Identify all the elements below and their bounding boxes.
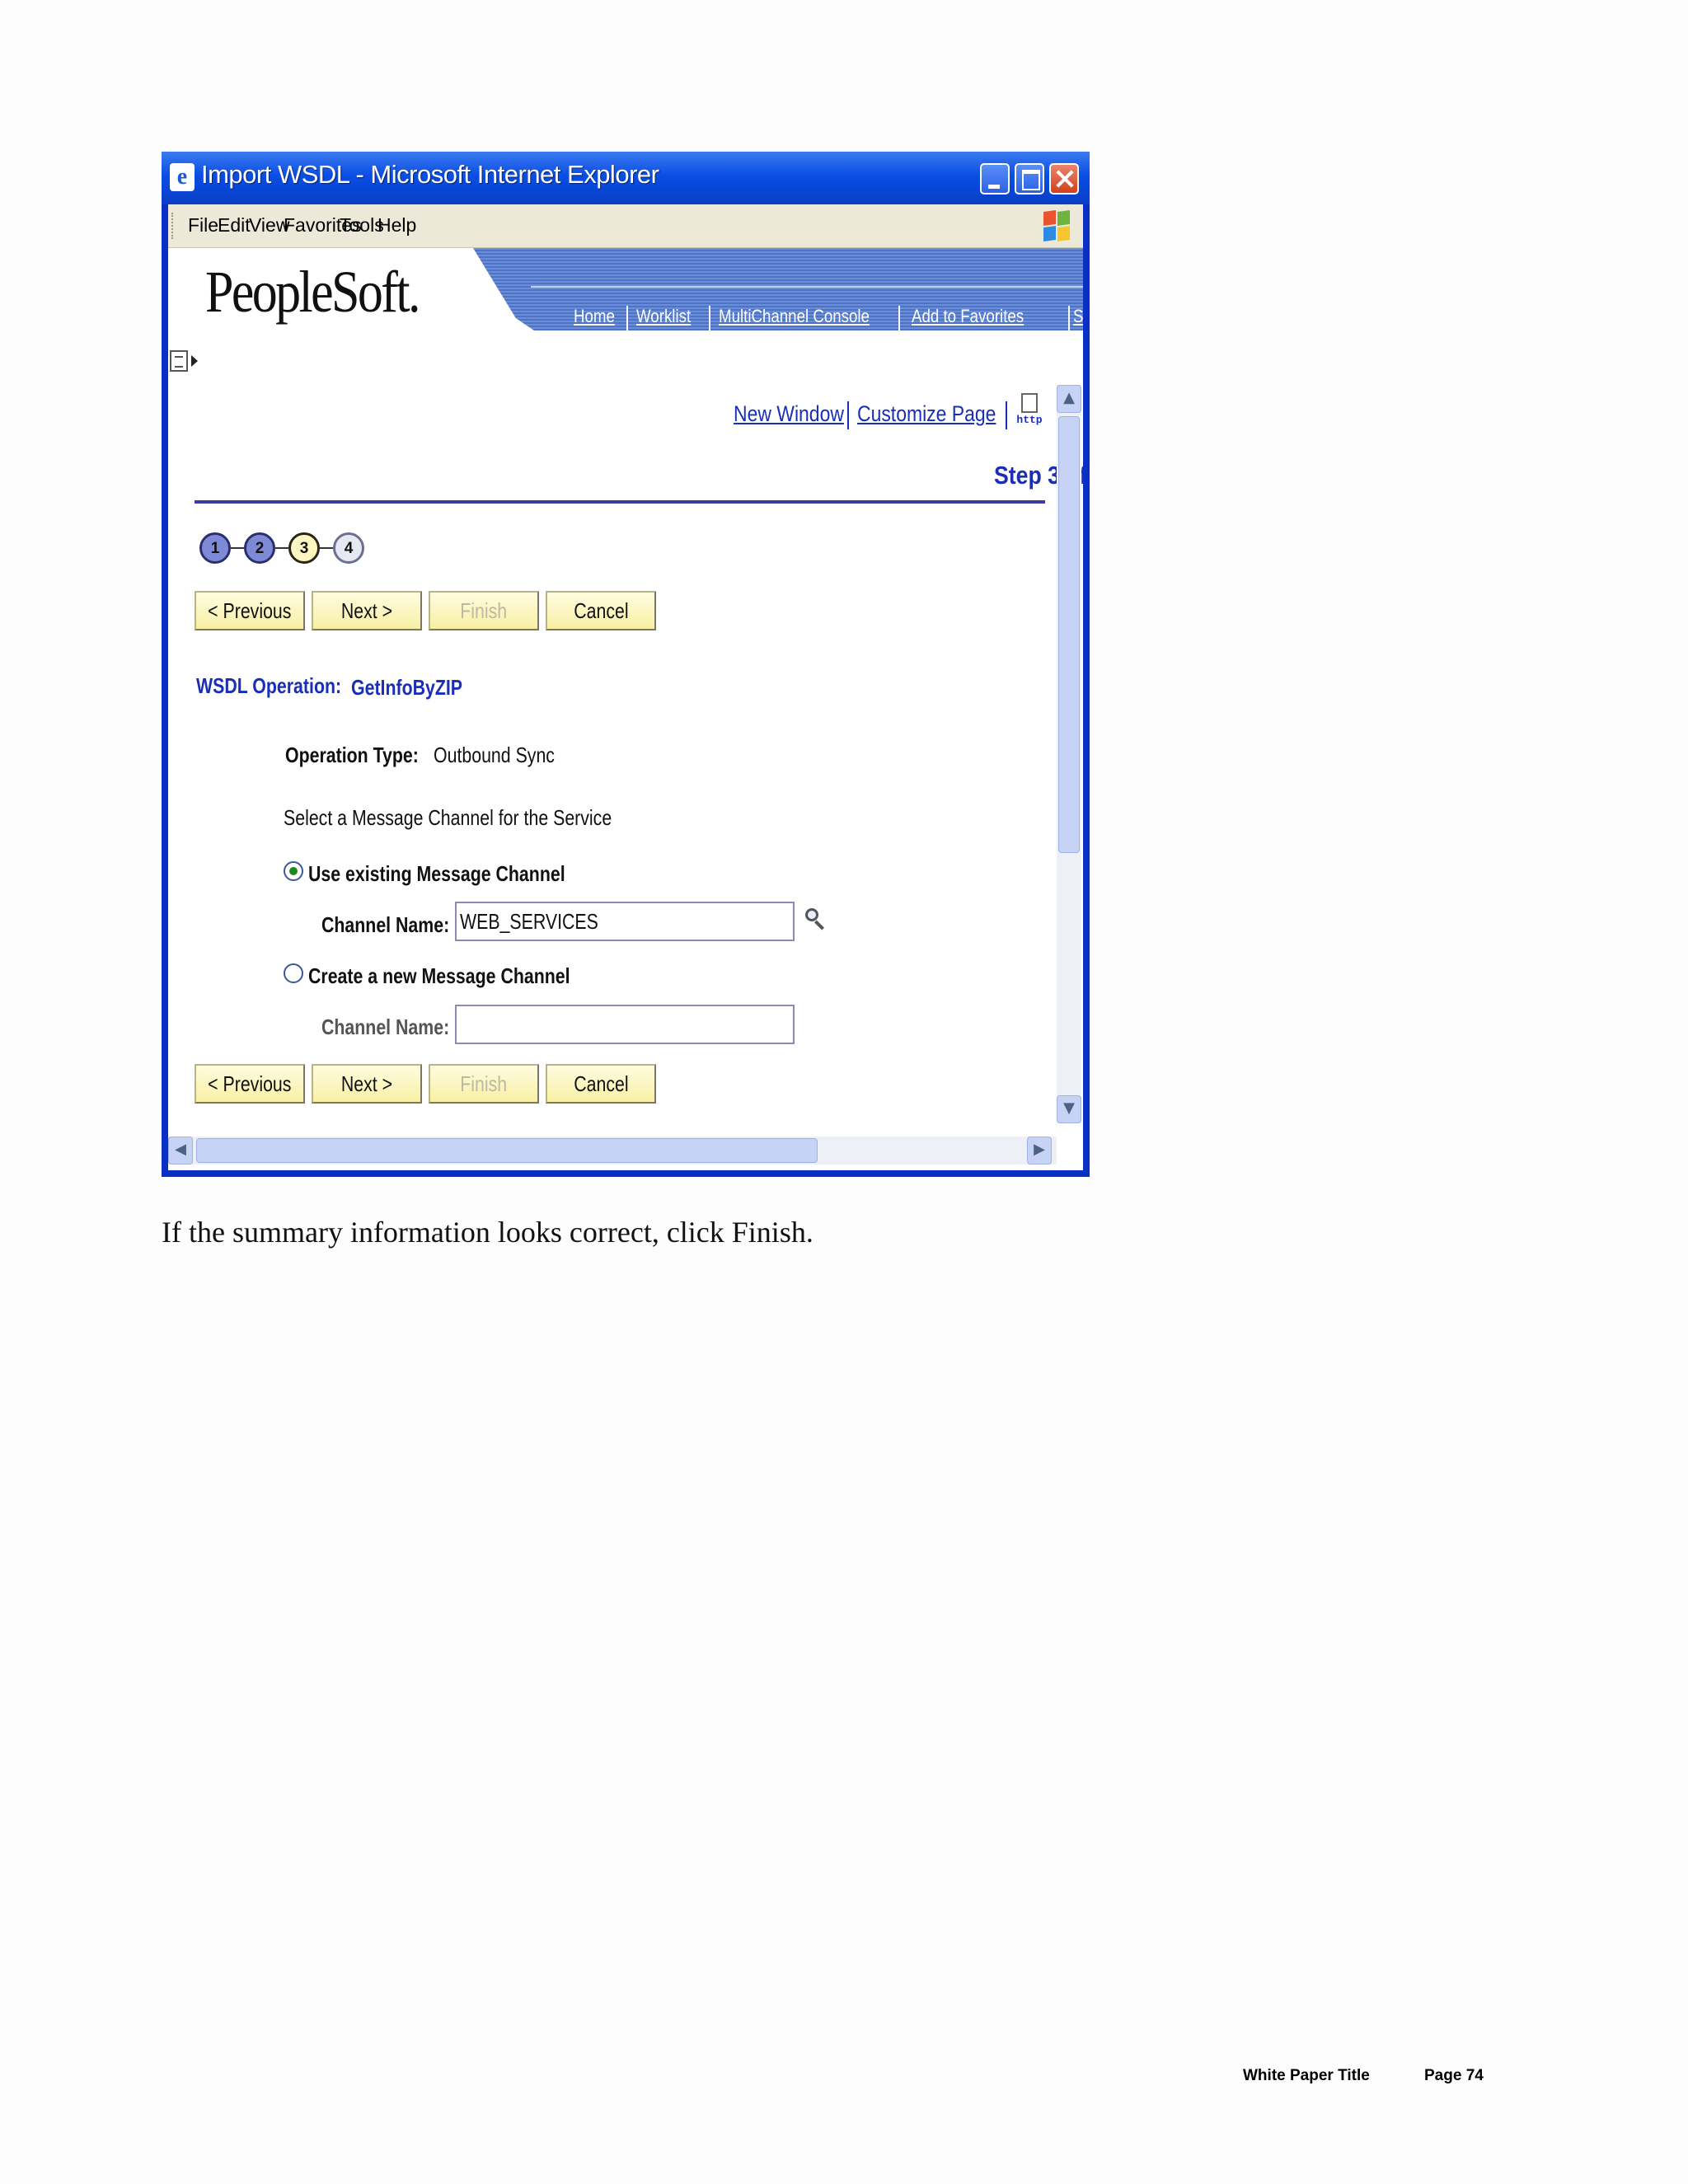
link-separator: [847, 401, 849, 429]
next-button[interactable]: Next >: [312, 591, 422, 630]
step-connector: [275, 547, 288, 549]
close-button[interactable]: [1049, 163, 1079, 194]
http-icon-label: http: [1016, 414, 1043, 426]
cancel-button[interactable]: Cancel: [546, 591, 656, 630]
expand-arrow-icon[interactable]: [191, 355, 198, 367]
menu-edit[interactable]: Edit: [218, 214, 251, 237]
nav-separator: [898, 306, 900, 332]
menu-help[interactable]: Help: [377, 214, 416, 237]
nav-worklist[interactable]: Worklist: [636, 306, 691, 327]
internet-explorer-icon: e: [170, 163, 195, 191]
new-window-link[interactable]: New Window: [734, 401, 844, 427]
cancel-button-label: Cancel: [573, 598, 629, 623]
window-title: Import WSDL - Microsoft Internet Explore…: [201, 160, 659, 189]
wsdl-operation-value: GetInfoByZIP: [351, 675, 463, 700]
finish-button-label: Finish: [460, 598, 508, 623]
instruction-text: Select a Message Channel for the Service: [284, 805, 612, 830]
cancel-button-bottom[interactable]: Cancel: [546, 1064, 656, 1104]
next-button-bottom[interactable]: Next >: [312, 1064, 422, 1104]
channel-name-value: WEB_SERVICES: [460, 909, 598, 934]
wsdl-operation-label: WSDL Operation:: [196, 673, 342, 698]
nav-multichannel-console[interactable]: MultiChannel Console: [719, 306, 870, 327]
link-separator: [1006, 401, 1007, 429]
new-channel-name-input: [455, 1005, 795, 1044]
footer-page-number: Page 74: [1424, 2067, 1484, 2084]
step-4-indicator: 4: [333, 532, 364, 564]
menu-bar: File Edit View Favorites Tools Help: [168, 204, 1083, 248]
previous-button-bottom[interactable]: < Previous: [195, 1064, 305, 1104]
operation-type-value: Outbound Sync: [434, 743, 555, 767]
finish-button: Finish: [429, 591, 539, 630]
step-divider: [195, 500, 1045, 504]
lookup-icon[interactable]: [804, 907, 826, 932]
step-connector: [231, 547, 244, 549]
nav-separator: [1068, 306, 1070, 332]
page-icon: [1021, 393, 1038, 413]
document-caption: If the summary information looks correct…: [162, 1216, 814, 1249]
title-bar[interactable]: e Import WSDL - Microsoft Internet Explo…: [162, 152, 1090, 204]
menu-toggle-icon[interactable]: [170, 350, 188, 372]
operation-type-label: Operation Type:: [285, 743, 419, 767]
nav-separator: [626, 306, 628, 332]
scroll-right-arrow-icon[interactable]: ▶: [1027, 1137, 1052, 1165]
vertical-scroll-thumb[interactable]: [1058, 416, 1080, 853]
scroll-up-arrow-icon[interactable]: ▲: [1057, 385, 1081, 413]
horizontal-scrollbar[interactable]: ◀ ▶: [168, 1137, 1057, 1165]
customize-page-link[interactable]: Customize Page: [857, 401, 996, 427]
nav-add-to-favorites[interactable]: Add to Favorites: [912, 306, 1024, 327]
peoplesoft-header: PeopleSoft. Home Worklist MultiChannel C…: [168, 248, 1083, 343]
create-new-label[interactable]: Create a new Message Channel: [308, 963, 570, 989]
nav-separator: [709, 306, 710, 332]
browser-window: e Import WSDL - Microsoft Internet Explo…: [162, 152, 1090, 1177]
previous-button-label: < Previous: [208, 1071, 292, 1096]
scroll-down-arrow-icon[interactable]: ▼: [1057, 1095, 1081, 1123]
use-existing-label[interactable]: Use existing Message Channel: [308, 861, 565, 887]
scroll-left-arrow-icon[interactable]: ◀: [168, 1137, 193, 1165]
new-channel-name-label: Channel Name:: [321, 1015, 450, 1039]
finish-button-bottom: Finish: [429, 1064, 539, 1104]
nav-sign-out[interactable]: Si: [1073, 306, 1083, 327]
use-existing-radio[interactable]: [284, 861, 303, 881]
menu-file[interactable]: File: [188, 214, 218, 237]
nav-home[interactable]: Home: [574, 306, 615, 327]
next-button-label: Next >: [340, 1071, 393, 1096]
step-1-indicator: 1: [199, 532, 231, 564]
horizontal-scroll-thumb[interactable]: [196, 1138, 818, 1163]
channel-name-label: Channel Name:: [321, 912, 450, 937]
http-link-icon[interactable]: http: [1015, 393, 1043, 429]
previous-button-label: < Previous: [208, 598, 292, 623]
channel-name-input[interactable]: WEB_SERVICES: [455, 902, 795, 941]
header-band-line: [531, 286, 1083, 288]
peoplesoft-logo: PeopleSoft.: [205, 259, 420, 325]
footer-title: White Paper Title: [1243, 2067, 1370, 2084]
next-button-label: Next >: [340, 598, 393, 623]
minimize-button[interactable]: [980, 163, 1010, 194]
previous-button[interactable]: < Previous: [195, 591, 305, 630]
step-2-indicator: 2: [244, 532, 275, 564]
page-content: PeopleSoft. Home Worklist MultiChannel C…: [168, 248, 1083, 1170]
vertical-scrollbar[interactable]: ▲ ▼: [1057, 385, 1081, 1123]
finish-button-label: Finish: [460, 1071, 508, 1096]
cancel-button-label: Cancel: [573, 1071, 629, 1096]
toolbar-grip[interactable]: [171, 213, 176, 239]
step-connector: [320, 547, 333, 549]
step-3-indicator: 3: [288, 532, 320, 564]
maximize-button[interactable]: [1015, 163, 1044, 194]
create-new-radio[interactable]: [284, 963, 303, 983]
windows-logo-icon: [1042, 209, 1071, 242]
